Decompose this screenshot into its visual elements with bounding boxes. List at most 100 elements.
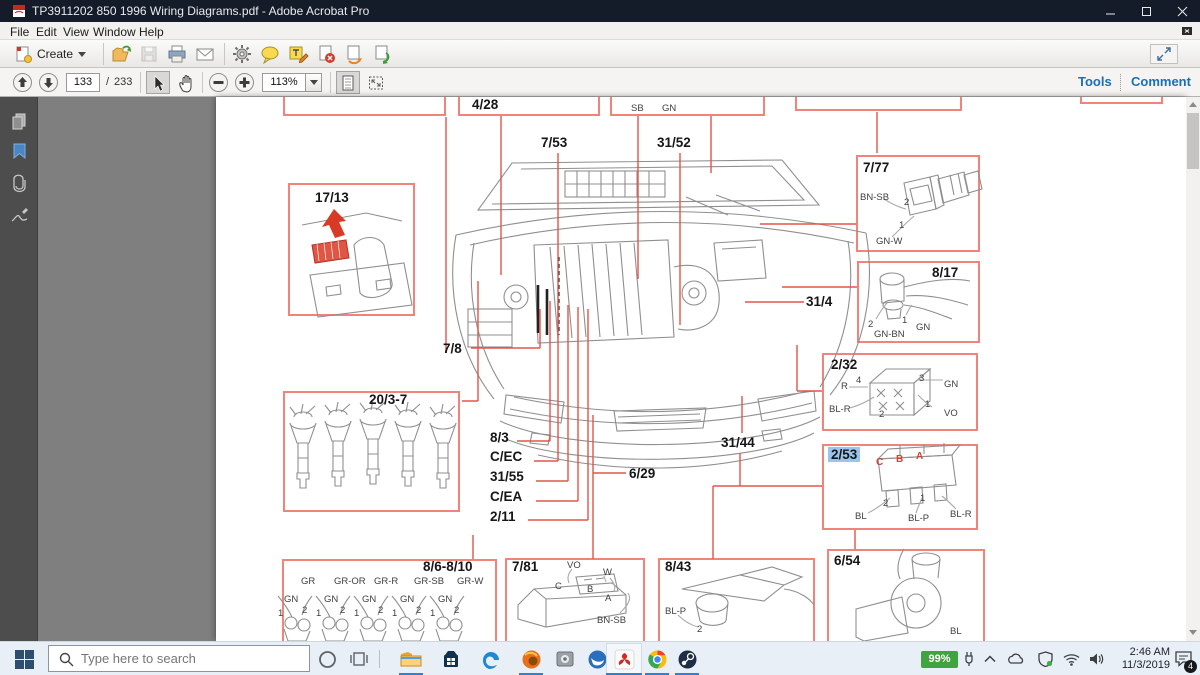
diagram-label: 20/3-7 [369,392,407,407]
windows-logo-icon [15,650,34,669]
tray-expand-icon[interactable] [981,650,999,668]
toolbar-expand-button[interactable] [1150,44,1178,64]
menu-edit[interactable]: Edit [36,25,57,39]
expand-arrows-icon [1156,47,1172,61]
diagram-label: 7/81 [512,559,538,574]
extract-page-button[interactable] [343,43,365,65]
page-extract-icon [343,43,365,65]
menubar-close-icon[interactable] [1182,25,1193,39]
save-button[interactable] [138,43,160,65]
hand-tool-button[interactable] [174,71,198,94]
speech-bubble-icon [259,43,281,65]
search-input[interactable] [81,649,301,668]
page-nav-toolbar: 133 / 233 113% Tools Comment [0,68,1200,97]
open-file-button[interactable] [110,43,132,65]
diagram-label: GR-OR [334,576,366,587]
page-thumbnails-icon[interactable] [9,111,29,131]
start-button[interactable] [12,647,36,671]
scroll-down-icon[interactable] [1189,630,1197,635]
diagram-label: BL [855,511,867,522]
diagram-label: 2 [454,605,459,616]
capture-app-button[interactable] [553,647,577,671]
tools-panel-button[interactable]: Tools [1078,74,1112,89]
diagram-label: GN [324,594,338,605]
zoom-out-button[interactable] [208,72,229,98]
diagram-label: BL [950,626,962,637]
print-button[interactable] [166,43,188,65]
scrolling-view-button[interactable] [336,71,360,94]
taskbar: 99% 2:46 AM 11/3/2019 4 [0,641,1200,675]
cortana-button[interactable] [315,647,339,671]
comment-panel-button[interactable]: Comment [1131,74,1191,89]
diagram-label: GR-W [457,576,483,587]
acrobat-doc-icon [12,4,26,23]
create-caret-icon [78,52,86,57]
menu-file[interactable]: File [10,25,29,39]
security-shield-icon[interactable] [1036,650,1054,668]
fit-page-button[interactable] [364,71,388,94]
task-view-button[interactable] [347,647,371,671]
scroll-page-icon [339,74,357,92]
previous-page-button[interactable] [12,72,33,98]
diagram-label: GR [301,576,315,587]
edge-button[interactable] [479,647,503,671]
diagram-label: 8/17 [932,265,958,280]
diagram-label: 2 [416,605,421,616]
microsoft-store-button[interactable] [439,647,463,671]
diagram-label: 2 [883,498,888,509]
diagram-label: 1 [902,315,907,326]
steam-button[interactable] [675,647,699,671]
scrollbar-thumb[interactable] [1187,113,1199,169]
firefox-button[interactable] [519,647,543,671]
select-tool-button[interactable] [146,71,170,94]
next-page-button[interactable] [38,72,59,98]
close-button[interactable] [1164,0,1200,22]
vertical-scrollbar[interactable] [1186,97,1200,641]
clock[interactable]: 2:46 AM 11/3/2019 [1104,646,1170,672]
diagram-label: 2 [868,319,873,330]
delete-page-button[interactable] [315,43,337,65]
attachments-icon[interactable] [9,173,29,193]
acrobat-button[interactable] [612,647,636,671]
diagram-label: 7/53 [541,135,567,150]
page-separator: / [106,76,109,88]
zoom-dropdown-button[interactable] [306,73,322,92]
zoom-in-button[interactable] [234,72,255,98]
menu-window[interactable]: Window [93,25,136,39]
diagram-label: C [555,581,562,592]
title-bar: TP3911202 850 1996 Wiring Diagrams.pdf -… [0,0,1200,22]
edge-icon [480,648,502,670]
menu-view[interactable]: View [63,25,89,39]
scroll-up-icon[interactable] [1189,102,1197,107]
bookmarks-icon[interactable] [9,141,29,161]
battery-status-badge[interactable]: 99% [921,651,958,668]
diagram-label: GN [916,322,930,333]
email-button[interactable] [194,43,216,65]
annotate-button[interactable] [287,43,309,65]
taskbar-search[interactable] [48,645,310,672]
diagram-label: GN-BN [874,329,905,340]
create-button[interactable]: Create [8,42,92,66]
comment-bubble-button[interactable] [259,43,281,65]
page-number-input[interactable]: 133 [66,73,100,92]
onedrive-icon[interactable] [1007,650,1025,668]
diagram-label: 2/32 [831,357,857,372]
gear-icon [231,43,253,65]
diagram-label: B [587,584,593,595]
pdf-page[interactable]: 4/287/5331/5217/137/778/172/322/5331/420… [216,97,1186,641]
diagram-label: GR-R [374,576,398,587]
zoom-level-input[interactable]: 113% [262,73,306,92]
chrome-button[interactable] [645,647,669,671]
menu-help[interactable]: Help [139,25,164,39]
folder-open-icon [110,43,132,65]
minimize-button[interactable] [1092,0,1128,22]
settings-button[interactable] [231,43,253,65]
wifi-icon[interactable] [1062,650,1080,668]
power-plug-icon[interactable] [960,650,978,668]
maximize-button[interactable] [1128,0,1164,22]
insert-page-button[interactable] [371,43,393,65]
diagram-label: 31/4 [806,294,832,309]
signature-icon[interactable] [9,205,29,225]
file-explorer-button[interactable] [399,647,423,671]
diagram-label: 2 [302,605,307,616]
